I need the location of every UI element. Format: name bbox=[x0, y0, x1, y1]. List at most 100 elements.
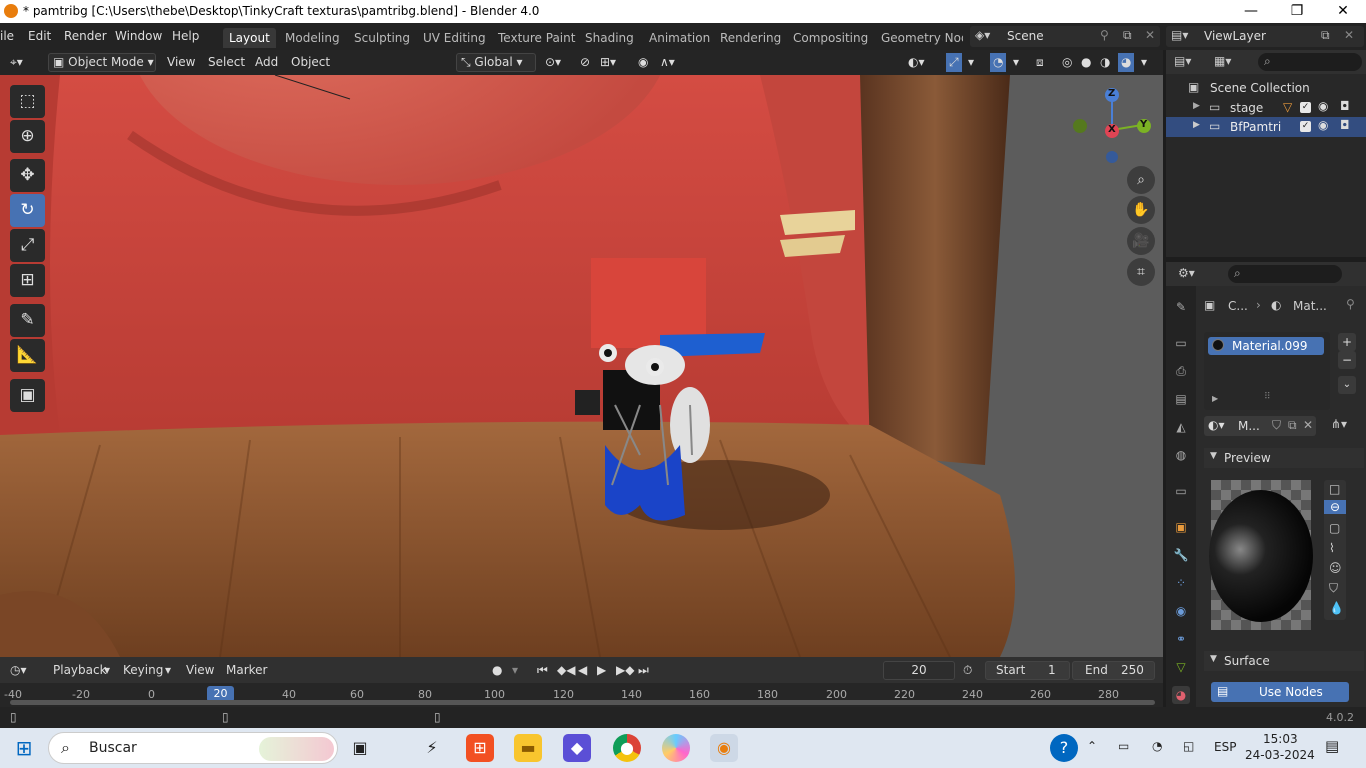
rotate-tool[interactable]: ↻ bbox=[10, 194, 45, 227]
particles-tab-icon[interactable]: ⁘ bbox=[1172, 574, 1190, 592]
tree-row-stage[interactable]: ▶ ▭ stage ▽ ✓ ◉ ◘ bbox=[1166, 98, 1366, 118]
breadcrumb-object[interactable]: C... bbox=[1228, 299, 1248, 313]
pin-icon[interactable]: ⚲ bbox=[1100, 28, 1109, 42]
add-cube-tool[interactable]: ▣ bbox=[10, 379, 45, 412]
jump-end-icon[interactable]: ⏭ bbox=[638, 661, 649, 680]
object-tab-icon[interactable]: ▣ bbox=[1172, 518, 1190, 536]
view-layer-selector[interactable]: ▤▾ ViewLayer ⧉ ✕ bbox=[1166, 26, 1364, 47]
material-tab-icon[interactable]: ◕ bbox=[1172, 686, 1190, 704]
battery-icon[interactable]: ▭ bbox=[1118, 739, 1129, 753]
cube-preview-icon[interactable]: ▢ bbox=[1329, 521, 1340, 535]
menu-help[interactable]: Help bbox=[172, 29, 199, 43]
use-nodes-button[interactable]: ▤ Use Nodes bbox=[1211, 682, 1349, 702]
visibility-icon[interactable]: ◐▾ bbox=[908, 53, 925, 72]
view-layer-tab-icon[interactable]: ▤ bbox=[1172, 390, 1190, 408]
modifier-tab-icon[interactable]: 🔧 bbox=[1172, 546, 1190, 564]
scene-selector[interactable]: ◈▾ Scene ⚲ ⧉ ✕ bbox=[970, 26, 1160, 47]
start-frame-field[interactable]: Start 1 bbox=[985, 661, 1070, 680]
scene-tab-icon[interactable]: ◭ bbox=[1172, 418, 1190, 436]
new-scene-icon[interactable]: ⧉ bbox=[1123, 28, 1132, 43]
task-view-icon[interactable]: ▣ bbox=[346, 734, 374, 762]
hair-preview-icon[interactable]: ⌇ bbox=[1329, 541, 1335, 555]
next-keyframe-icon[interactable]: ▶◆ bbox=[616, 661, 634, 680]
microsoft-store-icon[interactable]: ⊞ bbox=[466, 734, 494, 762]
tab-compositing[interactable]: Compositing bbox=[787, 28, 874, 48]
slot-menu-button[interactable]: ⌄ bbox=[1338, 376, 1356, 394]
menu-render[interactable]: Render bbox=[64, 29, 107, 43]
tree-row-bfpamtri[interactable]: ▶ ▭ BfPamtri ✓ ◉ ◘ bbox=[1166, 117, 1366, 137]
pivot-icon[interactable]: ⊙▾ bbox=[545, 53, 561, 72]
notification-icon[interactable]: ▤ bbox=[1325, 737, 1339, 755]
cloth-preview-icon[interactable]: ⛉ bbox=[1329, 581, 1338, 596]
resize-handle-icon[interactable]: ⠿ bbox=[1264, 392, 1271, 402]
zoom-icon[interactable]: ⌕ bbox=[1127, 166, 1155, 194]
physics-tab-icon[interactable]: ◉ bbox=[1172, 602, 1190, 620]
show-hidden-icons[interactable]: ⌃ bbox=[1087, 739, 1097, 753]
menu-edit[interactable]: Edit bbox=[28, 29, 51, 43]
menu-playback[interactable]: Playback bbox=[53, 661, 107, 680]
select-box-tool[interactable]: ⬚ bbox=[10, 85, 45, 118]
remove-slot-button[interactable]: − bbox=[1338, 351, 1356, 369]
expand-arrow-icon[interactable]: ▶ bbox=[1193, 120, 1200, 130]
frame-ruler[interactable]: -40 -20 0 20 40 60 80 100 120 140 160 18… bbox=[0, 683, 1163, 707]
overlay-menu-icon[interactable]: ▾ bbox=[1013, 53, 1019, 72]
wifi-icon[interactable]: ◔ bbox=[1152, 739, 1162, 753]
expand-arrow-icon[interactable]: ▶ bbox=[1212, 394, 1218, 403]
volume-icon[interactable]: ◱ bbox=[1183, 739, 1194, 753]
node-tree-icon[interactable]: ⋔▾ bbox=[1331, 417, 1347, 431]
menu-window[interactable]: Window bbox=[115, 29, 162, 43]
falloff-icon[interactable]: ∧▾ bbox=[660, 53, 675, 72]
material-datablock[interactable]: ◐▾ M... ⛉ ⧉ ✕ bbox=[1204, 416, 1316, 436]
new-view-layer-icon[interactable]: ⧉ bbox=[1321, 28, 1330, 43]
render-camera-icon[interactable]: ◘ bbox=[1340, 118, 1350, 132]
menu-keying[interactable]: Keying bbox=[123, 661, 163, 680]
display-mode-icon[interactable]: ▦▾ bbox=[1214, 54, 1231, 68]
tree-row-scene-collection[interactable]: ▣ Scene Collection bbox=[1166, 78, 1366, 98]
monkey-preview-icon[interactable]: ☺ bbox=[1329, 561, 1342, 575]
menu-file[interactable]: ile bbox=[0, 29, 14, 43]
shading-menu-icon[interactable]: ▾ bbox=[1141, 53, 1147, 72]
material-slot-item[interactable]: Material.099 bbox=[1208, 337, 1324, 355]
end-frame-field[interactable]: End 250 bbox=[1072, 661, 1155, 680]
material-browse-icon[interactable]: ◐▾ bbox=[1208, 418, 1225, 432]
xray-icon[interactable]: ⧈ bbox=[1036, 53, 1044, 72]
current-frame-field[interactable]: 20 bbox=[883, 661, 955, 680]
tab-geometry-nodes[interactable]: Geometry Node bbox=[875, 28, 963, 48]
properties-search-input[interactable]: ⌕ bbox=[1228, 265, 1342, 283]
world-tab-icon[interactable]: ◍ bbox=[1172, 446, 1190, 464]
constraints-tab-icon[interactable]: ⚭ bbox=[1172, 630, 1190, 648]
output-tab-icon[interactable]: ⎙ bbox=[1172, 362, 1190, 380]
taskbar-search-box[interactable]: ⌕ Buscar bbox=[48, 732, 338, 764]
record-menu-icon[interactable]: ▾ bbox=[512, 661, 518, 680]
orientation-dropdown[interactable]: ⤡ Global ▾ bbox=[456, 53, 536, 72]
app-icon-1[interactable]: ⚡ bbox=[418, 734, 446, 762]
add-slot-button[interactable]: + bbox=[1338, 333, 1356, 351]
render-camera-icon[interactable]: ◘ bbox=[1340, 99, 1350, 113]
measure-tool[interactable]: 📐 bbox=[10, 339, 45, 372]
delete-view-layer-icon[interactable]: ✕ bbox=[1344, 28, 1354, 42]
sphere-preview-icon[interactable]: ⊖ bbox=[1324, 500, 1346, 514]
tab-layout[interactable]: Layout bbox=[223, 28, 276, 48]
tab-modeling[interactable]: Modeling bbox=[279, 28, 346, 48]
fake-user-icon[interactable]: ⛉ bbox=[1272, 418, 1281, 433]
plane-preview-icon[interactable]: □ bbox=[1329, 482, 1340, 496]
pin-icon[interactable]: ⚲ bbox=[1346, 297, 1355, 311]
breadcrumb-material[interactable]: Mat... bbox=[1293, 299, 1327, 313]
snap-icon[interactable]: ⊘ bbox=[580, 53, 590, 72]
navigation-gizmo[interactable]: Z X Y bbox=[1070, 85, 1160, 165]
rendered-shading-icon[interactable]: ◕ bbox=[1118, 53, 1135, 72]
cursor-tool[interactable]: ⊕ bbox=[10, 120, 45, 153]
app-icon-2[interactable] bbox=[662, 734, 690, 762]
surface-panel-header[interactable]: ▼ Surface bbox=[1204, 651, 1364, 671]
data-tab-icon[interactable]: ▽ bbox=[1172, 658, 1190, 676]
move-tool[interactable]: ✥ bbox=[10, 159, 45, 192]
expand-arrow-icon[interactable]: ▶ bbox=[1193, 101, 1200, 111]
menu-view-timeline[interactable]: View bbox=[186, 661, 214, 680]
annotate-tool[interactable]: ✎ bbox=[10, 304, 45, 337]
tab-animation[interactable]: Animation bbox=[643, 28, 716, 48]
clipchamp-icon[interactable]: ◆ bbox=[563, 734, 591, 762]
3d-viewport[interactable]: ⬚ ⊕ ✥ ↻ ⤢ ⊞ ✎ 📐 ▣ Z X Y ⌕ ✋ 🎥 ⌗ bbox=[0, 75, 1163, 657]
unlink-icon[interactable]: ✕ bbox=[1303, 418, 1313, 432]
timeline-scrollbar[interactable] bbox=[10, 700, 1155, 705]
eye-icon[interactable]: ◉ bbox=[1318, 99, 1328, 113]
